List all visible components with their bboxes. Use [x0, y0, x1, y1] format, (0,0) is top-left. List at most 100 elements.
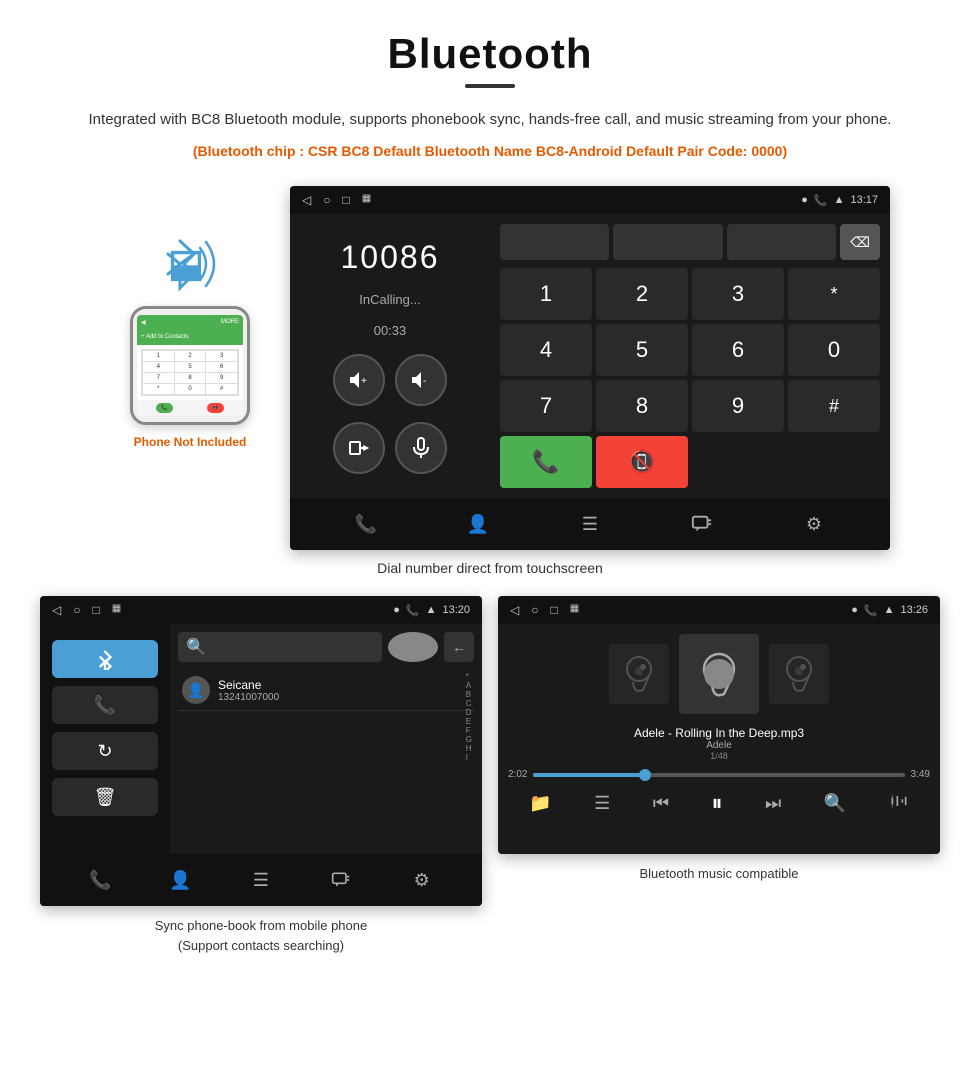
- messages-icon[interactable]: [682, 504, 722, 544]
- phonebook-caption: Sync phone-book from mobile phone(Suppor…: [40, 916, 482, 955]
- pb-status-right: ● 📞 ▲ 13:20: [393, 604, 470, 617]
- key-7[interactable]: 7: [500, 380, 592, 432]
- music-play-pause-button[interactable]: ⏸: [712, 790, 723, 816]
- music-playlist-button[interactable]: ☰: [594, 793, 610, 814]
- music-folder-button[interactable]: 📁: [529, 793, 551, 814]
- key-hash[interactable]: #: [788, 380, 880, 432]
- phonebook-main: 🔍 ← 👤 Seicane 13241007000: [170, 624, 482, 854]
- key-4[interactable]: 4: [500, 324, 592, 376]
- contacts-icon[interactable]: 👤: [458, 504, 498, 544]
- key-1[interactable]: 1: [500, 268, 592, 320]
- music-main-album-wrapper: [679, 634, 759, 714]
- pb-back-arrow[interactable]: ←: [444, 632, 474, 662]
- wifi-icon: ▲: [834, 194, 845, 206]
- phone-key-star[interactable]: *: [143, 384, 174, 394]
- pb-messages-icon[interactable]: [321, 860, 361, 900]
- main-section: ⬓ ◀ MORE + Add: [40, 186, 940, 550]
- dial-control-row-1: + -: [333, 354, 447, 406]
- pb-alpha-i: I: [466, 753, 472, 762]
- music-eq-button[interactable]: [889, 791, 909, 816]
- spec-info-text: (Bluetooth chip : CSR BC8 Default Blueto…: [40, 140, 940, 162]
- volume-down-button[interactable]: -: [395, 354, 447, 406]
- transfer-button[interactable]: [333, 422, 385, 474]
- pb-keypad-icon[interactable]: ☰: [241, 860, 281, 900]
- key-0[interactable]: 0: [788, 324, 880, 376]
- microphone-button[interactable]: [395, 422, 447, 474]
- pb-screenshot-icon: ▦: [112, 603, 121, 617]
- phone-key-6[interactable]: 6: [206, 362, 237, 372]
- android-status-bar: ◁ ○ □ ▦ ● 📞 ▲ 13:17: [290, 186, 890, 214]
- page-title: Bluetooth: [40, 30, 940, 78]
- dial-input-box-1: [500, 224, 609, 260]
- pb-alpha-e: E: [466, 717, 472, 726]
- music-body: Adele - Rolling In the Deep.mp3 Adele 1/…: [498, 624, 940, 854]
- music-next-button[interactable]: ⏭: [765, 793, 781, 814]
- phone-call-button[interactable]: 📞: [156, 403, 172, 413]
- dial-delete-button[interactable]: ⌫: [840, 224, 880, 260]
- phone-screen: ◀ MORE + Add to Contacts 1 2 3 4 5: [137, 315, 243, 416]
- pb-status-time: 13:20: [442, 604, 470, 616]
- pb-contact-item[interactable]: 👤 Seicane 13241007000: [178, 670, 474, 711]
- music-circle: [704, 659, 734, 689]
- pb-delete-item[interactable]: 🗑: [52, 778, 158, 816]
- mu-screenshot-icon: ▦: [570, 603, 579, 617]
- keypad-icon[interactable]: ☰: [570, 504, 610, 544]
- key-9[interactable]: 9: [692, 380, 784, 432]
- dial-right-panel: ⌫ 1 2 3 * 4 5 6 0 7 8 9 #: [490, 214, 890, 498]
- svg-text:+: +: [361, 376, 367, 387]
- android-bottom-bar: 📞 👤 ☰ ⚙: [290, 498, 890, 550]
- svg-text:-: -: [423, 376, 426, 387]
- dial-input-row: ⌫: [500, 224, 880, 260]
- call-button[interactable]: 📞: [500, 436, 592, 488]
- key-6[interactable]: 6: [692, 324, 784, 376]
- phone-key-8[interactable]: 8: [175, 373, 206, 383]
- key-8[interactable]: 8: [596, 380, 688, 432]
- phone-key-1[interactable]: 1: [143, 351, 174, 361]
- pb-search-input[interactable]: 🔍: [178, 632, 382, 662]
- phone-key-2[interactable]: 2: [175, 351, 206, 361]
- phone-key-7[interactable]: 7: [143, 373, 174, 383]
- phone-key-9[interactable]: 9: [206, 373, 237, 383]
- dial-timer: 00:33: [374, 323, 407, 338]
- pb-profile-circle: [388, 632, 438, 662]
- end-call-button[interactable]: 📵: [596, 436, 688, 488]
- title-divider: [465, 84, 515, 88]
- phone-greenbar: + Add to Contacts: [137, 329, 243, 345]
- pb-contacts-icon[interactable]: 👤: [161, 860, 201, 900]
- music-time-current: 2:02: [508, 769, 527, 780]
- status-time: 13:17: [850, 194, 878, 206]
- music-title-area: Adele - Rolling In the Deep.mp3 Adele 1/…: [508, 726, 930, 761]
- call-log-icon[interactable]: 📞: [346, 504, 386, 544]
- phone-key-hash[interactable]: #: [206, 384, 237, 394]
- pb-alpha-g: G: [466, 735, 472, 744]
- music-track-count: 1/48: [508, 751, 930, 761]
- music-search-button[interactable]: 🔍: [824, 793, 846, 814]
- volume-up-button[interactable]: +: [333, 354, 385, 406]
- pb-call-log-icon[interactable]: 📞: [80, 860, 120, 900]
- pb-sync-item[interactable]: ↻: [52, 732, 158, 770]
- phone-key-5[interactable]: 5: [175, 362, 206, 372]
- phonebook-status-bar: ◁ ○ □ ▦ ● 📞 ▲ 13:20: [40, 596, 482, 624]
- dial-keypad: 1 2 3 * 4 5 6 0 7 8 9 # 📞 📵: [500, 268, 880, 488]
- call-icon: 📞: [814, 194, 828, 207]
- pb-alpha-star: *: [466, 672, 472, 681]
- key-5[interactable]: 5: [596, 324, 688, 376]
- key-2[interactable]: 2: [596, 268, 688, 320]
- phone-end-button[interactable]: 📵: [207, 403, 223, 413]
- phone-key-0[interactable]: 0: [175, 384, 206, 394]
- pb-alpha-b: B: [466, 690, 472, 699]
- pb-alpha-c: C: [466, 699, 472, 708]
- android-dial-body: 10086 InCalling... 00:33 +: [290, 214, 890, 498]
- key-3[interactable]: 3: [692, 268, 784, 320]
- pb-settings-icon[interactable]: ⚙: [402, 860, 442, 900]
- settings-icon[interactable]: ⚙: [794, 504, 834, 544]
- phone-key-3[interactable]: 3: [206, 351, 237, 361]
- mu-home-icon: ○: [531, 603, 538, 617]
- phone-key-4[interactable]: 4: [143, 362, 174, 372]
- pb-bluetooth-item[interactable]: [52, 640, 158, 678]
- pb-phone-item[interactable]: 📞: [52, 686, 158, 724]
- music-progress-bar[interactable]: [533, 773, 904, 777]
- music-prev-button[interactable]: ⏮: [653, 793, 669, 814]
- key-star[interactable]: *: [788, 268, 880, 320]
- phone-mockup: ◀ MORE + Add to Contacts 1 2 3 4 5: [130, 306, 250, 425]
